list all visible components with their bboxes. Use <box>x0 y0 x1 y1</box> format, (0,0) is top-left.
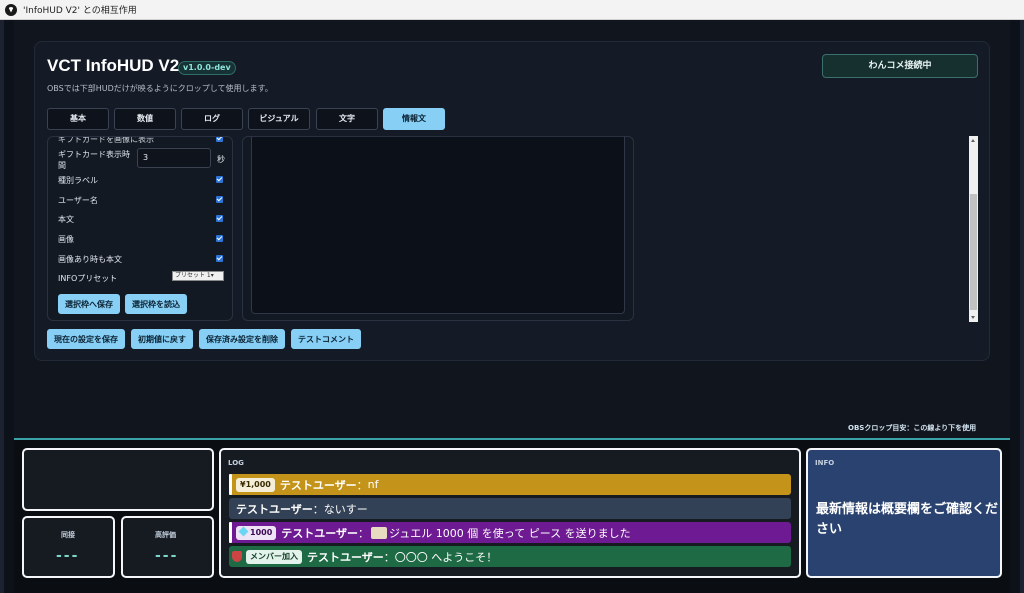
info-title: INFO <box>815 459 835 467</box>
log-username: テストユーザー <box>236 502 313 516</box>
setting-gift-card-partial: ギフトカードを画像に表示 <box>58 136 154 144</box>
app-icon <box>5 3 17 16</box>
gift-image-icon <box>371 526 388 539</box>
save-current-button[interactable]: 現在の設定を保存 <box>47 329 125 349</box>
preset-label: INFOプリセット <box>58 274 118 283</box>
preset-value: プリセット 1 <box>175 272 211 279</box>
log-separator: ： <box>383 550 395 564</box>
log-message: ジュエル 1000 個 を使って ピース を送りました <box>389 526 631 540</box>
concurrent-viewers-box: 同接 --- <box>22 516 115 578</box>
load-selection-button[interactable]: 選択枠を読込 <box>125 294 187 314</box>
concurrent-viewers-value: --- <box>56 548 80 564</box>
gift-time-label-cont: 間 <box>58 161 66 170</box>
crop-note: OBSクロップ目安：この線より下を使用 <box>848 424 977 432</box>
connection-status-button[interactable]: わんコメ接続中 <box>822 54 978 78</box>
scrollbar[interactable] <box>969 136 978 322</box>
toggle-image: 画像 <box>58 235 74 244</box>
log-row-marker <box>229 498 232 519</box>
tab-numbers[interactable]: 数値 <box>114 108 176 130</box>
save-selection-button[interactable]: 選択枠へ保存 <box>58 294 120 314</box>
concurrent-viewers-label: 同接 <box>61 531 75 539</box>
scroll-thumb[interactable] <box>970 194 977 310</box>
window-title: 'InfoHUD V2' との相互作用 <box>23 6 137 16</box>
body-checkbox[interactable] <box>216 215 223 222</box>
log-separator: ： <box>358 526 370 540</box>
gem-icon <box>238 526 249 536</box>
type-label-checkbox[interactable] <box>216 176 223 183</box>
reset-defaults-button[interactable]: 初期値に戻す <box>131 329 193 349</box>
info-text-editor-frame <box>242 136 634 321</box>
likes-value: --- <box>155 548 179 564</box>
test-comment-button[interactable]: テストコメント <box>291 329 361 349</box>
tab-basic[interactable]: 基本 <box>47 108 109 130</box>
likes-label: 高評価 <box>155 531 176 539</box>
image-checkbox[interactable] <box>216 235 223 242</box>
superchat-amount-badge: ¥1,000 <box>236 477 275 492</box>
tab-info-text[interactable]: 情報文 <box>383 108 445 130</box>
toggle-type-label: 種別ラベル <box>58 176 98 185</box>
log-message: ないすー <box>323 502 368 516</box>
membership-icon <box>232 551 242 562</box>
settings-list: ギフトカードを画像に表示 ギフトカード表示時 間 3 秒 種別ラベル ユーザー名… <box>47 136 233 321</box>
app-title: VCT InfoHUD V2 <box>47 56 180 75</box>
toggle-username: ユーザー名 <box>58 196 98 205</box>
version-badge: v1.0.0-dev <box>178 61 236 75</box>
log-message: nf <box>367 478 379 491</box>
gift-card-checkbox[interactable] <box>216 137 223 142</box>
gift-time-label: ギフトカード表示時 <box>58 150 130 159</box>
log-row-jewel: 1000 テストユーザー ： ジュエル 1000 個 を使って ピース を送りま… <box>229 522 791 543</box>
member-join-badge: メンバー加入 <box>246 549 302 564</box>
info-panel: INFO 最新情報は概要欄をご確認ください <box>806 448 1002 578</box>
hud-empty-box <box>22 448 214 511</box>
preset-select[interactable]: プリセット 1▾ <box>172 271 224 281</box>
tab-text[interactable]: 文字 <box>316 108 378 130</box>
log-row-member: メンバー加入 テストユーザー ： 〇〇〇 へようこそ！ <box>229 546 791 567</box>
gift-time-unit: 秒 <box>217 155 225 164</box>
window-titlebar: 'InfoHUD V2' との相互作用 <box>0 0 1024 20</box>
info-text: 最新情報は概要欄をご確認ください <box>816 502 999 537</box>
jewel-amount: 1000 <box>250 527 273 537</box>
log-username: テストユーザー <box>279 478 357 492</box>
scroll-up-icon[interactable] <box>971 139 975 142</box>
log-username: テストユーザー <box>307 550 384 564</box>
hud-area: 同接 --- 高評価 --- LOG ¥1,000 テストユーザー ： nf テ… <box>14 440 1010 593</box>
tab-visual[interactable]: ビジュアル <box>248 108 310 130</box>
delete-saved-button[interactable]: 保存済み設定を削除 <box>199 329 285 349</box>
jewel-badge: 1000 <box>236 525 277 540</box>
tab-log[interactable]: ログ <box>181 108 243 130</box>
image-with-body-checkbox[interactable] <box>216 255 223 262</box>
log-row-comment: テストユーザー ： ないすー <box>229 498 791 519</box>
log-row-superchat: ¥1,000 テストユーザー ： nf <box>229 474 791 495</box>
toggle-body: 本文 <box>58 215 74 224</box>
log-title: LOG <box>228 459 244 467</box>
log-row-marker <box>229 474 232 495</box>
log-panel: LOG ¥1,000 テストユーザー ： nf テストユーザー ： ないすー 1… <box>219 448 801 578</box>
settings-panel: VCT InfoHUD V2 v1.0.0-dev OBSでは下部HUDだけが映… <box>34 41 990 361</box>
likes-box: 高評価 --- <box>121 516 214 578</box>
info-text-editor[interactable] <box>251 137 625 314</box>
subtitle: OBSでは下部HUDだけが映るようにクロップして使用します。 <box>47 84 273 93</box>
log-row-marker <box>229 522 232 543</box>
log-message: 〇〇〇 へようこそ！ <box>394 550 498 564</box>
log-username: テストユーザー <box>281 526 359 540</box>
log-separator: ： <box>312 502 324 516</box>
scroll-down-icon[interactable] <box>971 316 975 319</box>
username-checkbox[interactable] <box>216 196 223 203</box>
toggle-image-with-body: 画像あり時も本文 <box>58 255 122 264</box>
gift-time-input[interactable]: 3 <box>137 148 211 168</box>
log-separator: ： <box>356 478 368 492</box>
